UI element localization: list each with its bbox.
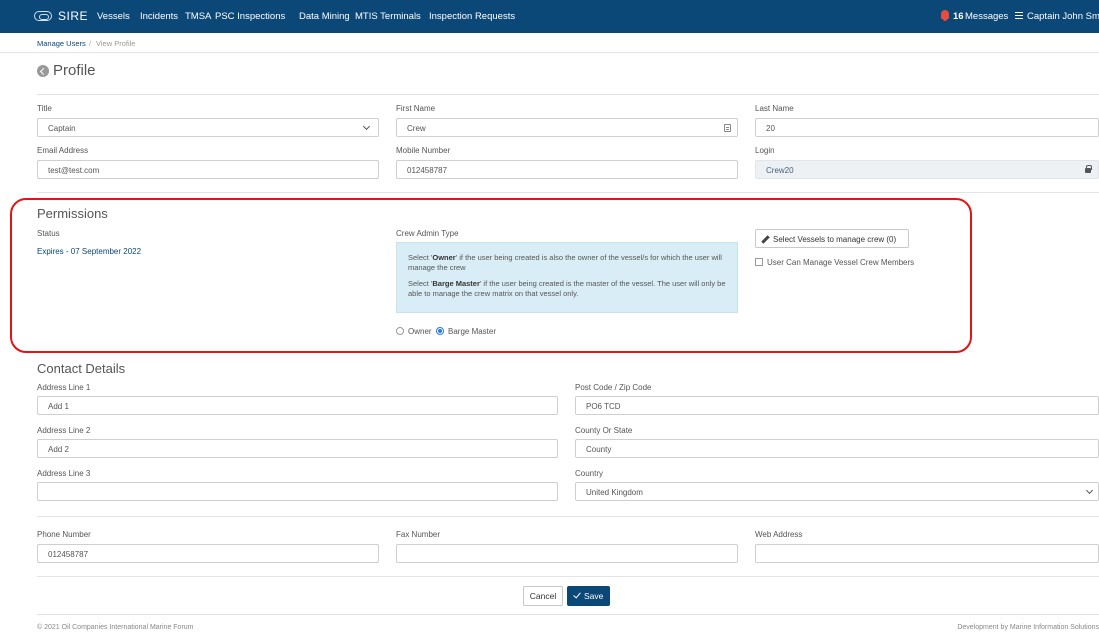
check-icon [573, 590, 581, 599]
crew-admin-info-box: Select 'Owner' if the user being created… [396, 242, 738, 313]
mobile-label: Mobile Number [396, 146, 451, 155]
address2-label: Address Line 2 [37, 426, 91, 435]
brand-name[interactable]: SIRE [58, 9, 88, 23]
login-label: Login [755, 146, 775, 155]
nav-data-mining[interactable]: Data Mining [299, 11, 350, 22]
lock-icon [1085, 165, 1092, 173]
county-field[interactable]: County [575, 439, 1099, 458]
web-label: Web Address [755, 530, 803, 539]
divider [37, 94, 1099, 95]
web-field[interactable] [755, 544, 1099, 563]
divider [37, 192, 1099, 193]
owner-help-text: Select 'Owner' if the user being created… [408, 253, 722, 272]
barge-master-help-text: Select 'Barge Master' if the user being … [408, 279, 726, 298]
phone-label: Phone Number [37, 530, 91, 539]
select-vessels-button[interactable]: Select Vessels to manage crew (0) [755, 229, 909, 248]
owner-radio[interactable] [396, 327, 404, 335]
postcode-field[interactable]: PO6 TCD [575, 396, 1099, 415]
crew-admin-type-label: Crew Admin Type [396, 229, 459, 238]
manage-crew-checkbox-label[interactable]: User Can Manage Vessel Crew Members [767, 258, 914, 267]
last-name-value: 20 [766, 124, 775, 133]
address1-value: Add 1 [48, 402, 69, 411]
postcode-label: Post Code / Zip Code [575, 383, 652, 392]
email-label: Email Address [37, 146, 89, 155]
footer-copyright: © 2021 Oil Companies International Marin… [37, 624, 194, 631]
email-value: test@test.com [48, 166, 100, 175]
chevron-down-icon [362, 122, 371, 131]
owner-radio-label[interactable]: Owner [408, 327, 432, 336]
chevron-down-icon [1085, 486, 1094, 495]
select-vessels-label: Select Vessels to manage crew (0) [773, 235, 897, 244]
phone-field[interactable]: 012458787 [37, 544, 379, 563]
divider [37, 516, 1099, 517]
county-value: County [586, 445, 612, 454]
county-label: County Or State [575, 426, 633, 435]
title-label: Title [37, 104, 52, 113]
nav-tmsa[interactable]: TMSA [185, 11, 211, 22]
country-label: Country [575, 469, 604, 478]
last-name-label: Last Name [755, 104, 794, 113]
save-button-label: Save [584, 591, 604, 601]
nav-vessels[interactable]: Vessels [97, 11, 130, 22]
breadcrumb: Manage Users / View Profile [0, 33, 1099, 53]
top-navbar: SIRE Vessels Incidents TMSA PSC Inspecti… [0, 0, 1099, 33]
breadcrumb-manage-users[interactable]: Manage Users [37, 39, 86, 48]
mobile-value: 012458787 [407, 166, 448, 175]
first-name-label: First Name [396, 104, 436, 113]
permissions-heading: Permissions [37, 206, 108, 221]
nav-psc-inspections[interactable]: PSC Inspections [215, 11, 285, 22]
messages-link[interactable]: Messages [965, 11, 1008, 22]
address3-label: Address Line 3 [37, 469, 91, 478]
first-name-field[interactable]: Crew [396, 118, 738, 137]
hamburger-menu-icon[interactable] [1015, 12, 1023, 19]
contact-card-icon [724, 124, 731, 132]
fax-field[interactable] [396, 544, 738, 563]
cancel-button[interactable]: Cancel [523, 586, 563, 606]
address1-label: Address Line 1 [37, 383, 91, 392]
last-name-field[interactable]: 20 [755, 118, 1099, 137]
address3-field[interactable] [37, 482, 558, 501]
nav-incidents[interactable]: Incidents [140, 11, 178, 22]
pencil-icon [761, 235, 770, 244]
address2-value: Add 2 [48, 445, 69, 454]
save-button[interactable]: Save [567, 586, 610, 606]
status-label: Status [37, 229, 60, 238]
barge-master-radio[interactable] [436, 327, 444, 335]
title-select[interactable]: Captain [37, 118, 379, 137]
nav-mtis-terminals[interactable]: MTIS Terminals [355, 11, 421, 22]
barge-master-radio-label[interactable]: Barge Master [448, 327, 496, 336]
breadcrumb-separator: / [89, 39, 92, 48]
first-name-value: Crew [407, 124, 426, 133]
divider [37, 576, 1099, 577]
contact-details-heading: Contact Details [37, 361, 126, 376]
phone-value: 012458787 [48, 550, 89, 559]
footer-developer[interactable]: Development by Marine Information Soluti… [957, 624, 1099, 631]
ocimf-logo-icon[interactable] [34, 11, 52, 21]
nav-inspection-requests[interactable]: Inspection Requests [429, 11, 515, 22]
postcode-value: PO6 TCD [586, 402, 621, 411]
fax-label: Fax Number [396, 530, 441, 539]
email-field[interactable]: test@test.com [37, 160, 379, 179]
address1-field[interactable]: Add 1 [37, 396, 558, 415]
bell-icon[interactable] [941, 10, 949, 21]
status-value: Expires - 07 September 2022 [37, 247, 142, 256]
title-select-value: Captain [48, 124, 76, 133]
user-menu[interactable]: Captain John Smith [1027, 11, 1099, 22]
messages-count[interactable]: 16 [953, 11, 964, 22]
breadcrumb-view-profile: View Profile [96, 39, 136, 48]
divider [37, 614, 1099, 615]
mobile-field[interactable]: 012458787 [396, 160, 738, 179]
back-arrow-icon[interactable] [37, 65, 49, 77]
page-title: Profile [53, 62, 96, 79]
manage-crew-checkbox[interactable] [755, 258, 763, 266]
login-value: Crew20 [766, 166, 794, 175]
country-value: United Kingdom [586, 488, 643, 497]
address2-field[interactable]: Add 2 [37, 439, 558, 458]
login-field: Crew20 [755, 160, 1099, 179]
country-select[interactable]: United Kingdom [575, 482, 1099, 501]
